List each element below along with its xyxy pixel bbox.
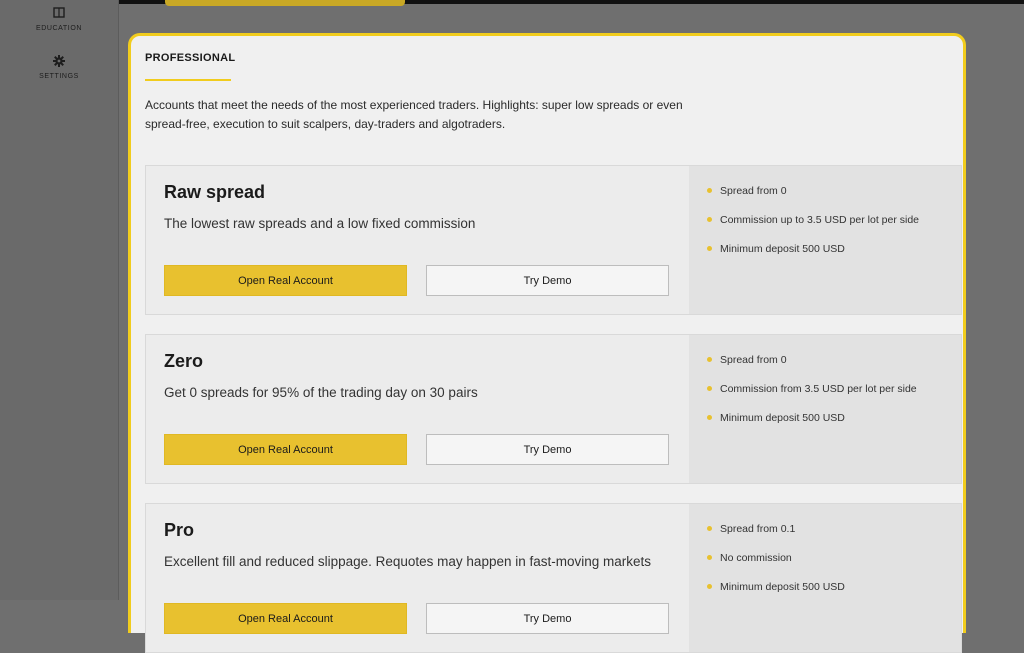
feature-item: Commission from 3.5 USD per lot per side <box>707 383 917 412</box>
card-features: Spread from 0 Commission from 3.5 USD pe… <box>689 335 961 483</box>
account-description: Excellent fill and reduced slippage. Req… <box>164 554 652 569</box>
bullet-dot <box>707 357 712 362</box>
account-card-pro: Pro Excellent fill and reduced slippage.… <box>145 503 962 653</box>
bullet-dot <box>707 217 712 222</box>
account-description: Get 0 spreads for 95% of the trading day… <box>164 385 478 400</box>
intro-text: Accounts that meet the needs of the most… <box>145 98 683 131</box>
bullet-dot <box>707 246 712 251</box>
account-card-zero: Zero Get 0 spreads for 95% of the tradin… <box>145 334 962 484</box>
feature-item: Spread from 0 <box>707 354 917 383</box>
try-demo-button[interactable]: Try Demo <box>426 265 669 296</box>
title-underline <box>145 79 231 81</box>
card-main: Raw spread The lowest raw spreads and a … <box>146 166 689 314</box>
account-name: Pro <box>164 520 195 540</box>
bullet-dot <box>707 188 712 193</box>
bullet-dot <box>707 386 712 391</box>
account-name: Zero <box>164 351 204 371</box>
account-name: Raw spread <box>164 182 266 202</box>
feature-item: No commission <box>707 552 845 581</box>
feature-text: Minimum deposit 500 USD <box>720 243 845 255</box>
sidebar-item-education[interactable]: EDUCATION <box>0 6 118 32</box>
feature-item: Spread from 0.1 <box>707 523 845 552</box>
card-main: Zero Get 0 spreads for 95% of the tradin… <box>146 335 689 483</box>
feature-text: Spread from 0 <box>720 354 787 366</box>
professional-panel: PROFESSIONAL Accounts that meet the need… <box>128 33 966 653</box>
feature-item: Minimum deposit 500 USD <box>707 581 845 610</box>
feature-text: Minimum deposit 500 USD <box>720 581 845 593</box>
try-demo-button[interactable]: Try Demo <box>426 603 669 634</box>
feature-item: Minimum deposit 500 USD <box>707 243 919 272</box>
open-real-account-button[interactable]: Open Real Account <box>164 265 407 296</box>
gear-icon <box>53 55 65 67</box>
open-real-account-button[interactable]: Open Real Account <box>164 603 407 634</box>
top-bar <box>0 0 1024 4</box>
account-description: The lowest raw spreads and a low fixed c… <box>164 216 476 231</box>
account-card-raw-spread: Raw spread The lowest raw spreads and a … <box>145 165 962 315</box>
feature-text: Commission from 3.5 USD per lot per side <box>720 383 917 395</box>
book-icon <box>53 7 65 18</box>
top-active-indicator <box>165 0 405 6</box>
bullet-dot <box>707 584 712 589</box>
open-real-account-button[interactable]: Open Real Account <box>164 434 407 465</box>
feature-text: Commission up to 3.5 USD per lot per sid… <box>720 214 920 226</box>
feature-item: Commission up to 3.5 USD per lot per sid… <box>707 214 919 243</box>
page-title: PROFESSIONAL <box>145 52 236 64</box>
bullet-dot <box>707 526 712 531</box>
sidebar: EDUCATION SETTINGS <box>0 0 119 600</box>
feature-item: Minimum deposit 500 USD <box>707 412 917 441</box>
card-features: Spread from 0 Commission up to 3.5 USD p… <box>689 166 961 314</box>
bullet-dot <box>707 555 712 560</box>
sidebar-item-label: SETTINGS <box>39 73 79 80</box>
feature-item: Spread from 0 <box>707 185 919 214</box>
bullet-dot <box>707 415 712 420</box>
feature-text: Spread from 0.1 <box>720 523 796 535</box>
feature-text: Minimum deposit 500 USD <box>720 412 845 424</box>
feature-text: Spread from 0 <box>720 185 787 197</box>
sidebar-item-settings[interactable]: SETTINGS <box>0 54 118 80</box>
card-main: Pro Excellent fill and reduced slippage.… <box>146 504 689 652</box>
sidebar-item-label: EDUCATION <box>35 25 83 32</box>
try-demo-button[interactable]: Try Demo <box>426 434 669 465</box>
feature-text: No commission <box>720 552 792 564</box>
card-features: Spread from 0.1 No commission Minimum de… <box>689 504 961 652</box>
